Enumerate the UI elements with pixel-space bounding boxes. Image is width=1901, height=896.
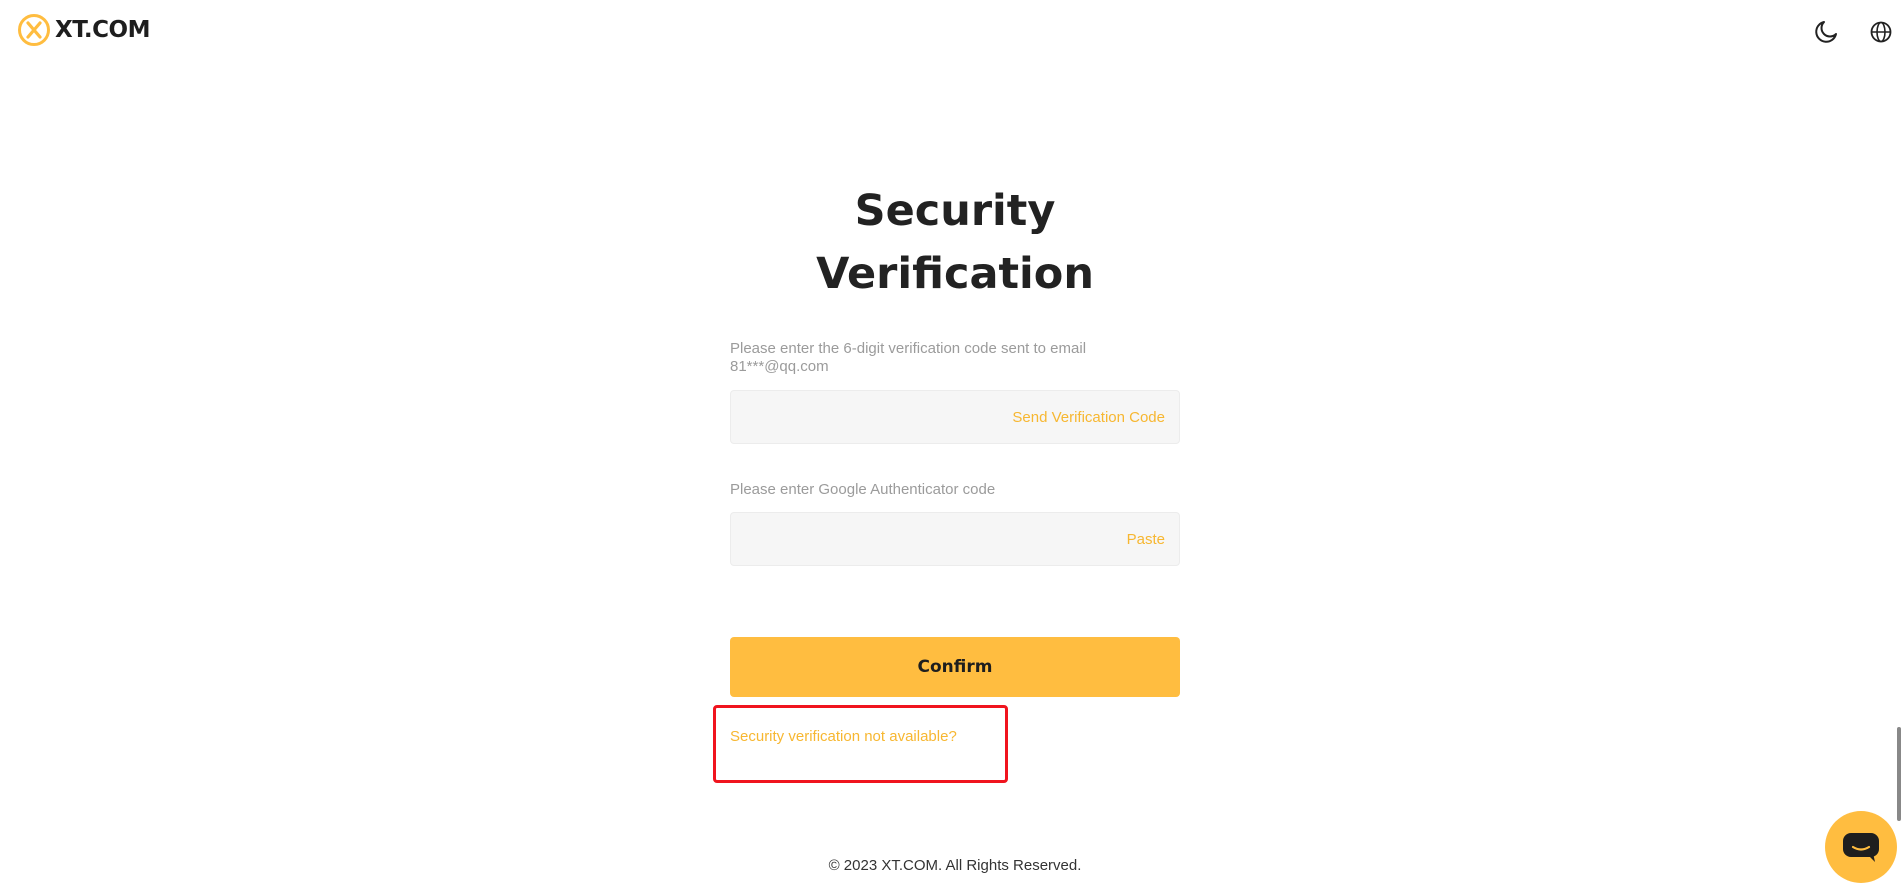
chat-icon bbox=[1843, 833, 1879, 862]
moon-icon bbox=[1815, 21, 1837, 43]
google-authenticator-box: Paste bbox=[730, 512, 1180, 566]
globe-icon bbox=[1870, 21, 1892, 43]
email-code-box: Send Verification Code bbox=[730, 390, 1180, 444]
highlight-box bbox=[713, 705, 1008, 783]
confirm-button[interactable]: Confirm bbox=[730, 637, 1180, 697]
page-title: Security Verification bbox=[730, 180, 1180, 306]
title-line-1: Security bbox=[854, 186, 1056, 236]
copyright: © 2023 XT.COM. All Rights Reserved. bbox=[828, 857, 1082, 874]
xt-logo[interactable]: XT.COM bbox=[17, 13, 151, 47]
paste-button[interactable]: Paste bbox=[1127, 530, 1165, 550]
google-authenticator-label: Please enter Google Authenticator code bbox=[730, 481, 996, 498]
scrollbar[interactable] bbox=[1897, 727, 1901, 821]
title-line-2: Verification bbox=[816, 249, 1094, 299]
logo-text: XT.COM bbox=[55, 17, 151, 43]
email-code-label: Please enter the 6-digit verification co… bbox=[730, 340, 1087, 375]
page: XT.COM Security Verification Please ente… bbox=[0, 0, 1901, 896]
xt-logo-icon bbox=[18, 14, 50, 46]
language-button[interactable] bbox=[1867, 18, 1895, 46]
send-verification-code-button[interactable]: Send Verification Code bbox=[1012, 408, 1165, 428]
chat-support-button[interactable] bbox=[1825, 811, 1897, 883]
theme-toggle-button[interactable] bbox=[1812, 18, 1840, 46]
google-authenticator-input[interactable] bbox=[731, 513, 1179, 565]
